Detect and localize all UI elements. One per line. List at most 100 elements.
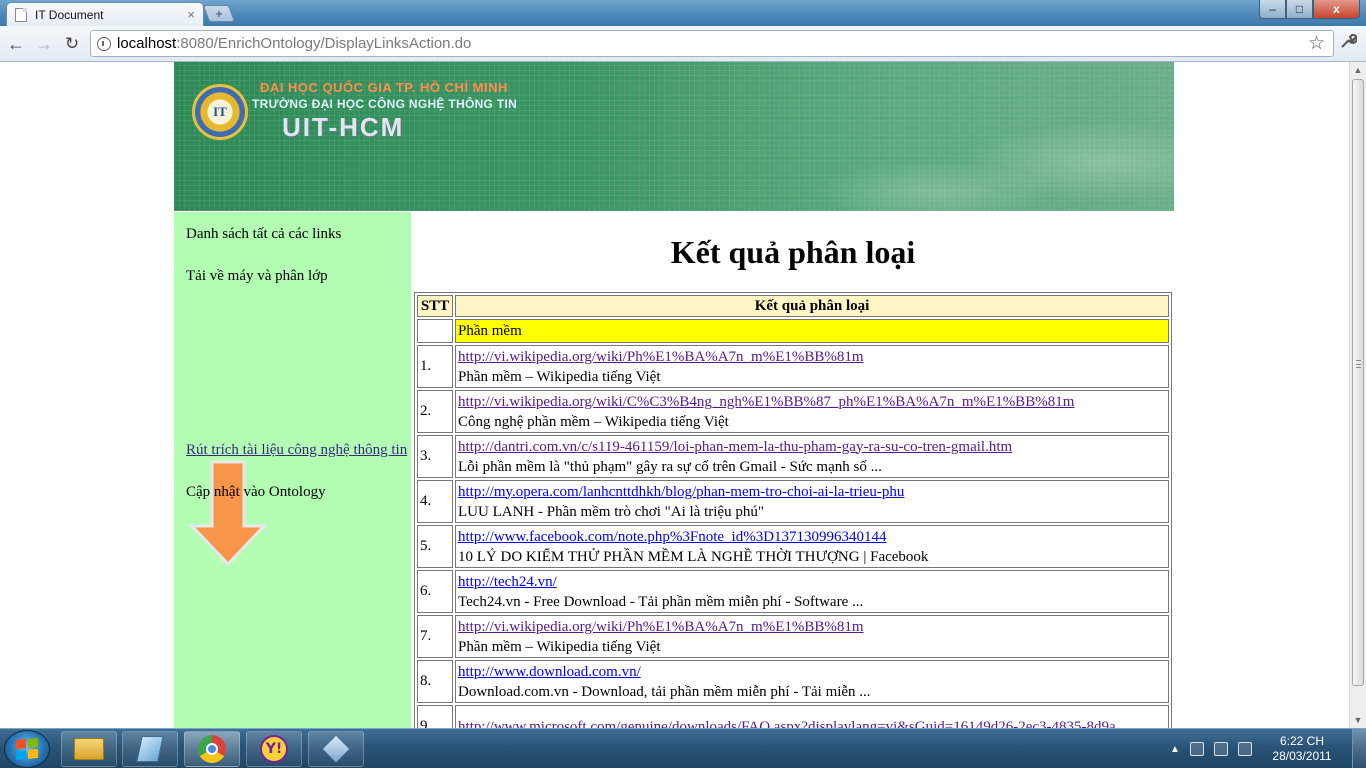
taskbar-virtualbox-button[interactable] [308,731,364,767]
reload-button[interactable]: ↻ [61,33,83,55]
table-row: 4. http://my.opera.com/lanhcnttdhkh/blog/… [417,480,1169,523]
sidebar-item-extract-it-docs[interactable]: Rút trích tài liệu công nghệ thông tin [186,442,407,459]
result-link[interactable]: http://vi.wikipedia.org/wiki/Ph%E1%BA%A7… [458,349,864,365]
close-tab-icon[interactable]: × [187,7,195,22]
browser-toolbar: ← → ↻ localhost:8080/EnrichOntology/Disp… [0,26,1366,62]
scrollbar-thumb[interactable] [1352,79,1364,686]
table-row: 8. http://www.download.com.vn/ Download.c… [417,660,1169,703]
result-link[interactable]: http://tech24.vn/ [458,574,557,590]
row-number: 4. [417,480,453,523]
result-cell: http://www.facebook.com/note.php%3Fnote_… [455,525,1169,568]
result-link[interactable]: http://vi.wikipedia.org/wiki/C%C3%B4ng_n… [458,394,1074,410]
windows-taskbar: Y! ▲ 6:22 CH 28/03/2011 [0,728,1366,768]
url-host: localhost [117,35,177,52]
address-bar[interactable]: localhost:8080/EnrichOntology/DisplayLin… [90,30,1334,57]
taskbar-clock[interactable]: 6:22 CH 28/03/2011 [1272,734,1332,764]
result-link[interactable]: http://www.download.com.vn/ [458,664,641,680]
back-button[interactable]: ← [5,33,27,55]
row-number: 3. [417,435,453,478]
browser-tab[interactable]: IT Document × [6,2,204,26]
folder-icon [74,738,104,760]
category-num-cell [417,319,453,343]
taskbar-notepad-button[interactable] [122,731,178,767]
page-info-icon[interactable] [97,36,111,51]
row-number: 5. [417,525,453,568]
result-description: Phần mềm – Wikipedia tiếng Việt [458,368,661,385]
row-number: 2. [417,390,453,433]
start-button[interactable] [4,730,50,768]
show-desktop-button[interactable] [1352,729,1366,768]
site-container: IT ĐẠI HỌC QUỐC GIA TP. HỒ CHÍ MINH TRƯỜ… [174,62,1174,728]
down-arrow-icon [188,460,268,566]
logo-text: IT [213,104,227,119]
result-description: Phần mềm – Wikipedia tiếng Việt [458,638,661,655]
scroll-down-arrow-icon[interactable]: ▼ [1350,712,1366,728]
sidebar-item-download-classify[interactable]: Tải về máy và phân lớp [186,268,328,285]
wrench-menu-icon[interactable] [1339,32,1358,56]
yahoo-messenger-icon: Y! [260,735,288,763]
scroll-up-arrow-icon[interactable]: ▲ [1350,62,1366,78]
taskbar-chrome-button[interactable] [184,731,240,767]
new-tab-button[interactable]: + [202,5,236,22]
network-icon[interactable] [1213,742,1228,756]
table-row: 9. http://www.microsoft.com/genuine/downl… [417,705,1169,728]
row-number: 9. [417,705,453,728]
category-row: Phần mềm [417,319,1169,343]
result-cell: http://tech24.vn/ Tech24.vn - Free Downl… [455,570,1169,613]
row-number: 7. [417,615,453,658]
result-cell: http://dantri.com.vn/c/s119-461159/loi-p… [455,435,1169,478]
column-header-stt: STT [417,295,453,317]
table-row: 2. http://vi.wikipedia.org/wiki/C%C3%B4ng… [417,390,1169,433]
vertical-scrollbar[interactable]: ▲ ▼ [1349,62,1366,728]
clock-time: 6:22 CH [1279,734,1325,748]
result-link[interactable]: http://www.facebook.com/note.php%3Fnote_… [458,529,887,545]
result-cell: http://vi.wikipedia.org/wiki/C%C3%B4ng_n… [455,390,1169,433]
result-cell: http://vi.wikipedia.org/wiki/Ph%E1%BA%A7… [455,615,1169,658]
volume-icon[interactable] [1237,742,1252,756]
taskbar-yahoo-messenger-button[interactable]: Y! [246,731,302,767]
scroll-grip-icon [1356,360,1361,368]
show-hidden-icons-arrow-icon[interactable]: ▲ [1170,744,1180,755]
table-header-row: STT Kết quả phân loại [417,295,1169,317]
tab-title: IT Document [35,7,104,22]
row-number: 1. [417,345,453,388]
left-sidebar: Danh sách tất cả các links Tải về máy và… [174,212,411,728]
table-row: 3. http://dantri.com.vn/c/s119-461159/loi… [417,435,1169,478]
url-path: :8080/EnrichOntology/DisplayLinksAction.… [176,35,472,52]
maximize-button[interactable]: □ [1286,0,1313,19]
minimize-button[interactable]: – [1259,0,1286,19]
tray-app-icon[interactable] [1189,742,1204,756]
taskbar-explorer-button[interactable] [61,731,117,767]
result-description: Download.com.vn - Download, tải phần mềm… [458,683,871,700]
sidebar-item-update-ontology[interactable]: Cập nhật vào Ontology [186,484,326,501]
row-number: 8. [417,660,453,703]
page-viewport: IT ĐẠI HỌC QUỐC GIA TP. HỒ CHÍ MINH TRƯỜ… [0,62,1349,728]
result-description: 10 LÝ DO KIỂM THỬ PHẦN MỀM LÀ NGHỀ THỜI … [458,548,929,565]
result-link[interactable]: http://vi.wikipedia.org/wiki/Ph%E1%BA%A7… [458,619,864,635]
banner-school-name: TRƯỜNG ĐẠI HỌC CÔNG NGHỆ THÔNG TIN [252,97,518,111]
university-logo: IT [192,84,248,140]
clock-date: 28/03/2011 [1272,749,1332,763]
table-row: 7. http://vi.wikipedia.org/wiki/Ph%E1%BA%… [417,615,1169,658]
window-titlebar: IT Document × + – □ x [0,0,1366,26]
page-title: Kết quả phân loại [670,234,916,270]
table-row: 6. http://tech24.vn/ Tech24.vn - Free Dow… [417,570,1169,613]
category-label: Phần mềm [455,319,1169,343]
result-link[interactable]: http://my.opera.com/lanhcnttdhkh/blog/ph… [458,484,904,500]
result-link[interactable]: http://dantri.com.vn/c/s119-461159/loi-p… [458,439,1012,455]
wrench-icon [1341,33,1358,48]
banner-abbrev: UIT-HCM [282,112,405,142]
close-window-button[interactable]: x [1313,0,1360,19]
sidebar-item-all-links[interactable]: Danh sách tất cả các links [186,226,341,243]
page-favicon-icon [15,7,27,22]
result-link[interactable]: http://www.microsoft.com/genuine/downloa… [458,719,1116,729]
url-text: localhost:8080/EnrichOntology/DisplayLin… [117,35,471,52]
results-table: STT Kết quả phân loại Phần mềm 1. http://… [414,292,1172,728]
result-cell: http://www.download.com.vn/ Download.com… [455,660,1169,703]
result-cell: http://www.microsoft.com/genuine/downloa… [455,705,1169,728]
forward-button[interactable]: → [33,33,55,55]
header-banner: IT ĐẠI HỌC QUỐC GIA TP. HỒ CHÍ MINH TRƯỜ… [174,62,1174,211]
bookmark-star-icon[interactable]: ☆ [1308,32,1325,55]
result-description: Công nghệ phần mềm – Wikipedia tiếng Việ… [458,413,729,430]
chrome-icon [198,735,226,763]
